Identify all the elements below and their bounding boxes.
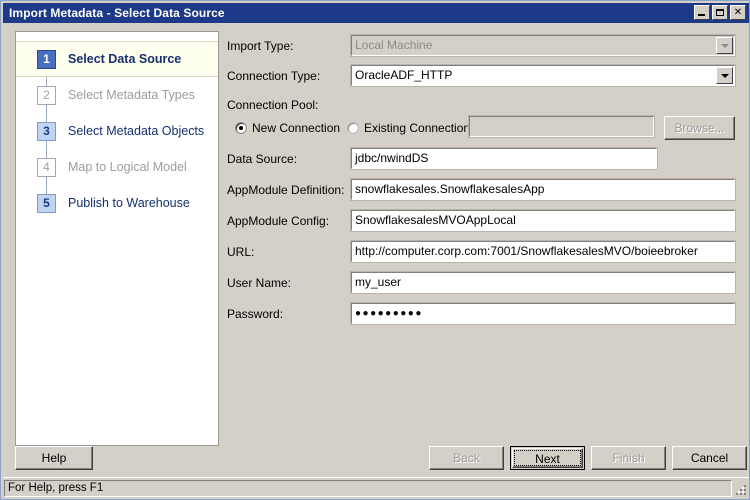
import-type-label: Import Type:: [227, 39, 294, 53]
existing-connection-input[interactable]: [468, 115, 655, 138]
radio-unchecked-icon: [347, 122, 359, 134]
maximize-button[interactable]: [712, 5, 728, 20]
wizard-steps-panel: 1 Select Data Source 2 Select Metadata T…: [15, 31, 219, 446]
next-button[interactable]: Next: [510, 446, 585, 470]
sidebar-item-publish-to-warehouse[interactable]: 5 Publish to Warehouse: [16, 185, 218, 221]
connection-type-value: OracleADF_HTTP: [355, 68, 453, 82]
import-type-dropdown[interactable]: Local Machine: [350, 34, 736, 57]
step-label-4: Map to Logical Model: [68, 160, 187, 174]
step-number-5: 5: [37, 193, 56, 213]
sidebar-item-select-metadata-objects[interactable]: 3 Select Metadata Objects: [16, 113, 218, 149]
step-number-2: 2: [37, 85, 56, 105]
radio-checked-icon: [235, 122, 247, 134]
connection-type-dropdown[interactable]: OracleADF_HTTP: [350, 64, 736, 87]
connection-type-label: Connection Type:: [227, 69, 321, 83]
data-source-input[interactable]: jdbc/nwindDS: [350, 147, 658, 170]
status-bar: For Help, press F1: [3, 477, 749, 497]
step-number-3: 3: [37, 121, 56, 141]
minimize-icon: [698, 14, 705, 16]
user-name-label: User Name:: [227, 276, 292, 290]
import-type-value: Local Machine: [355, 38, 433, 52]
status-text: For Help, press F1: [4, 480, 732, 497]
appmodule-definition-label: AppModule Definition:: [227, 183, 345, 197]
new-connection-radio[interactable]: New Connection: [235, 121, 340, 135]
password-label: Password:: [227, 307, 284, 321]
appmodule-definition-input[interactable]: snowflakesales.SnowflakesalesApp: [350, 178, 736, 201]
data-source-form: Import Type: Local Machine Connection Ty…: [227, 31, 739, 446]
browse-button[interactable]: Browse...: [664, 116, 735, 140]
url-label: URL:: [227, 245, 255, 259]
appmodule-config-label: AppModule Config:: [227, 214, 330, 228]
url-input[interactable]: http://computer.corp.com:7001/Snowflakes…: [350, 240, 736, 263]
existing-connection-label: Existing Connection: [364, 121, 471, 135]
import-metadata-dialog: Import Metadata - Select Data Source ✕ 1…: [0, 0, 750, 500]
title-bar[interactable]: Import Metadata - Select Data Source ✕: [3, 3, 749, 23]
dialog-client-area: 1 Select Data Source 2 Select Metadata T…: [3, 23, 749, 475]
help-button[interactable]: Help: [15, 446, 93, 470]
chevron-down-icon[interactable]: [716, 37, 733, 54]
sidebar-item-map-to-logical-model[interactable]: 4 Map to Logical Model: [16, 149, 218, 185]
step-number-1: 1: [37, 49, 56, 69]
step-label-2: Select Metadata Types: [68, 88, 195, 102]
appmodule-config-input[interactable]: SnowflakesalesMVOAppLocal: [350, 209, 736, 232]
finish-button[interactable]: Finish: [591, 446, 666, 470]
focus-rectangle: [514, 450, 581, 466]
minimize-button[interactable]: [694, 5, 710, 20]
window-title: Import Metadata - Select Data Source: [9, 6, 225, 20]
chevron-down-icon[interactable]: [716, 67, 733, 84]
password-input[interactable]: ●●●●●●●●●: [350, 302, 736, 325]
close-icon: ✕: [733, 7, 743, 18]
user-name-input[interactable]: my_user: [350, 271, 736, 294]
close-button[interactable]: ✕: [730, 5, 746, 20]
back-button[interactable]: Back: [429, 446, 504, 470]
sidebar-item-select-metadata-types[interactable]: 2 Select Metadata Types: [16, 77, 218, 113]
step-label-1: Select Data Source: [68, 52, 182, 66]
step-number-4: 4: [37, 157, 56, 177]
title-bar-buttons: ✕: [694, 5, 746, 20]
step-label-3: Select Metadata Objects: [68, 124, 205, 138]
data-source-label: Data Source:: [227, 152, 298, 166]
existing-connection-radio[interactable]: Existing Connection: [347, 121, 470, 135]
maximize-icon: [716, 9, 724, 16]
new-connection-label: New Connection: [252, 121, 341, 135]
connection-pool-label: Connection Pool:: [227, 98, 319, 112]
sidebar-item-select-data-source[interactable]: 1 Select Data Source: [16, 41, 218, 77]
resize-grip-icon[interactable]: [733, 482, 747, 496]
cancel-button[interactable]: Cancel: [672, 446, 747, 470]
step-label-5: Publish to Warehouse: [68, 196, 190, 210]
